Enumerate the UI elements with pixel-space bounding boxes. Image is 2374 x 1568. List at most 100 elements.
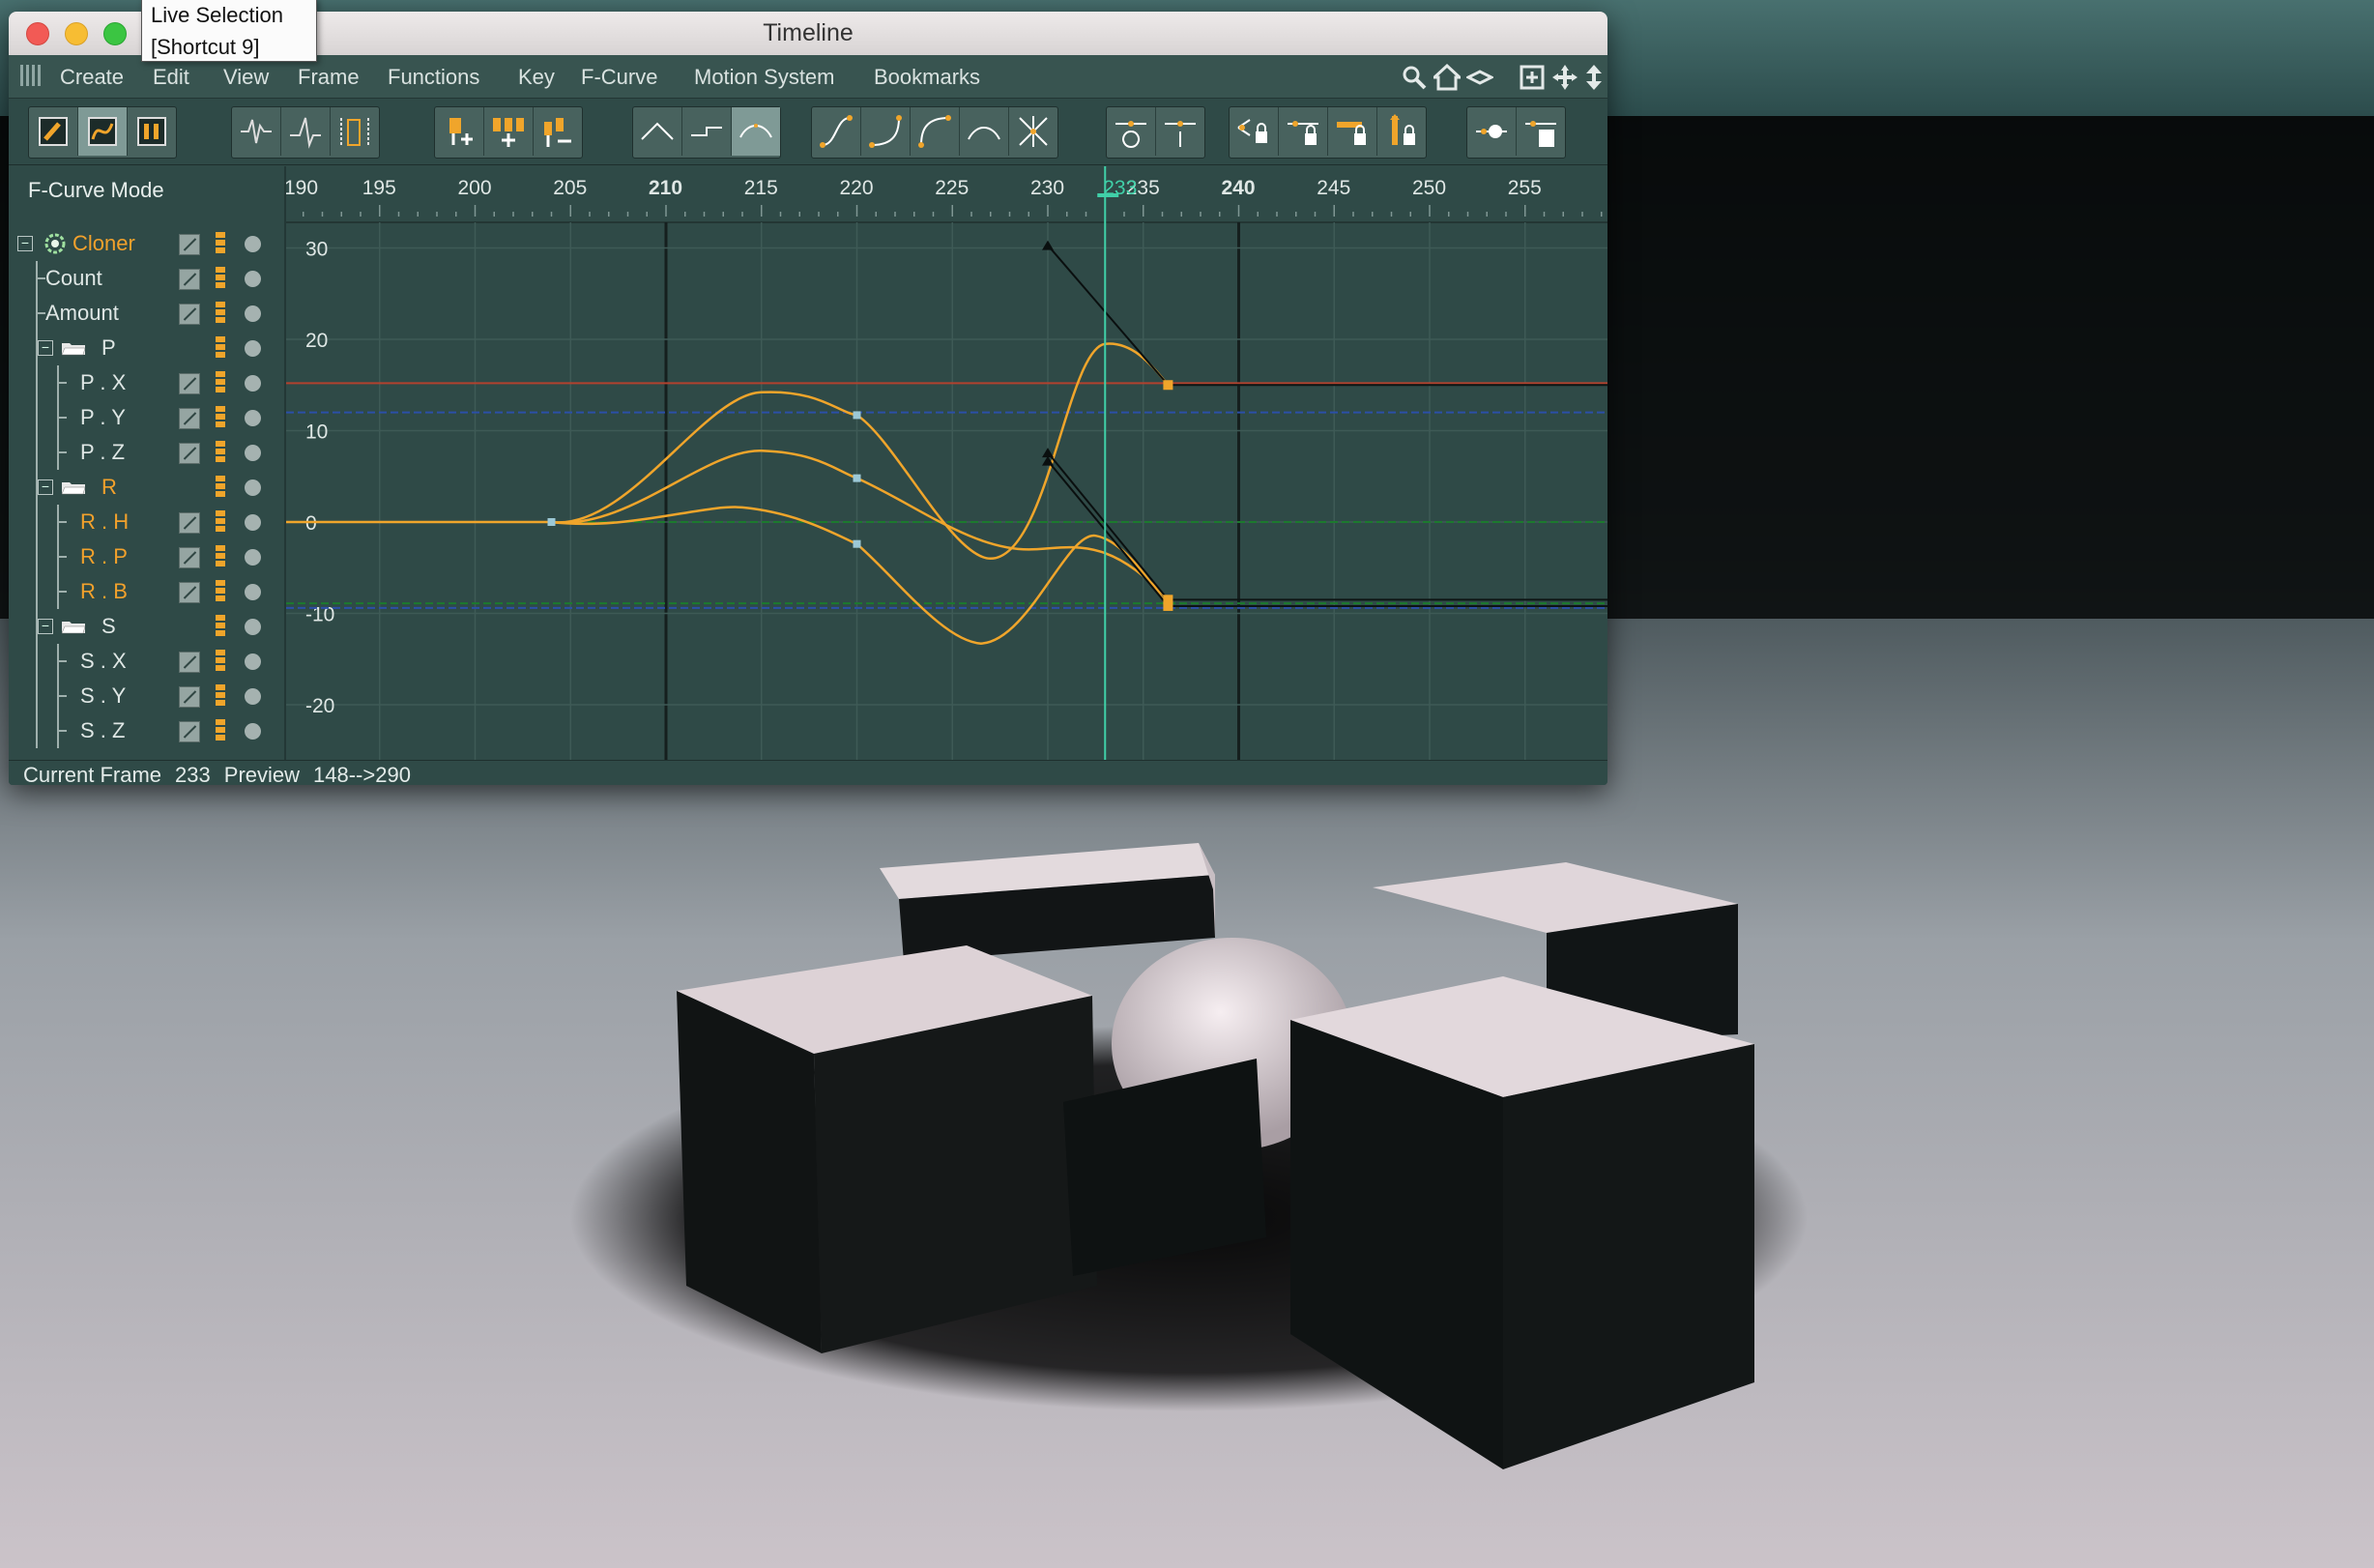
collapse-toggle[interactable]: −	[38, 479, 53, 495]
track-visibility-toggle[interactable]	[216, 441, 225, 464]
track-visibility-toggle[interactable]	[216, 476, 225, 499]
solo-toggle[interactable]	[245, 688, 261, 705]
menu-grip-icon[interactable]	[20, 65, 43, 86]
mute-toggle[interactable]	[179, 547, 200, 568]
collapse-toggle[interactable]: −	[38, 340, 53, 356]
mute-toggle[interactable]	[179, 512, 200, 534]
track-visibility-toggle[interactable]	[216, 615, 225, 638]
tree-row-cloner[interactable]: − Cloner	[9, 226, 275, 261]
tree-row-p-x[interactable]: P . X	[9, 365, 275, 400]
solo-toggle[interactable]	[245, 375, 261, 392]
tree-row-r-b[interactable]: R . B	[9, 574, 275, 609]
move-icon[interactable]	[1551, 64, 1578, 91]
zero-angle-tangent-button[interactable]	[1467, 107, 1517, 156]
mute-toggle[interactable]	[179, 721, 200, 742]
view-spike-button[interactable]	[281, 107, 331, 156]
tree-row-r[interactable]: − R	[9, 470, 275, 505]
remove-keys-button[interactable]	[534, 107, 582, 156]
keyframe[interactable]	[853, 474, 861, 482]
scroll-icon[interactable]	[1466, 64, 1493, 91]
flat-tangent-button[interactable]	[960, 107, 1009, 156]
track-visibility-toggle[interactable]	[216, 580, 225, 603]
tree-row-count[interactable]: Count	[9, 261, 275, 296]
mute-toggle[interactable]	[179, 652, 200, 673]
step-interp-button[interactable]	[682, 107, 732, 156]
mute-toggle[interactable]	[179, 408, 200, 429]
menu-create[interactable]: Create	[60, 65, 124, 90]
frame-icon[interactable]	[1519, 64, 1546, 91]
zero-length-tangent-button[interactable]	[1517, 107, 1565, 156]
mute-toggle[interactable]	[179, 234, 200, 255]
solo-toggle[interactable]	[245, 723, 261, 740]
track-visibility-toggle[interactable]	[216, 510, 225, 534]
mute-toggle[interactable]	[179, 686, 200, 708]
track-visibility-toggle[interactable]	[216, 371, 225, 394]
f-curve-mode-button[interactable]	[78, 107, 128, 156]
solo-toggle[interactable]	[245, 340, 261, 357]
spline-interp-button[interactable]	[732, 107, 780, 156]
mute-toggle[interactable]	[179, 443, 200, 464]
menu-key[interactable]: Key	[518, 65, 555, 90]
track-visibility-toggle[interactable]	[216, 650, 225, 673]
menu-view[interactable]: View	[223, 65, 269, 90]
tree-row-s-x[interactable]: S . X	[9, 644, 275, 679]
solo-toggle[interactable]	[245, 410, 261, 426]
tree-row-s-y[interactable]: S . Y	[9, 679, 275, 713]
solo-toggle[interactable]	[245, 271, 261, 287]
tree-row-p-z[interactable]: P . Z	[9, 435, 275, 470]
keyframe[interactable]	[547, 518, 556, 526]
track-visibility-toggle[interactable]	[216, 267, 225, 290]
track-visibility-toggle[interactable]	[216, 336, 225, 360]
add-keys-button[interactable]	[484, 107, 534, 156]
solo-toggle[interactable]	[245, 549, 261, 566]
tree-row-s-z[interactable]: S . Z	[9, 713, 275, 748]
menu-functions[interactable]: Functions	[388, 65, 479, 90]
ease-in-button[interactable]	[861, 107, 911, 156]
keyframe[interactable]	[853, 539, 861, 548]
lock-tangent-angle-button[interactable]	[1328, 107, 1377, 156]
motion-mode-button[interactable]	[128, 107, 176, 156]
solo-toggle[interactable]	[245, 514, 261, 531]
solo-toggle[interactable]	[245, 584, 261, 600]
tree-row-s[interactable]: − S	[9, 609, 275, 644]
graph-background[interactable]	[286, 166, 1607, 764]
track-visibility-toggle[interactable]	[216, 232, 225, 255]
track-visibility-toggle[interactable]	[216, 719, 225, 742]
timeline-window[interactable]: Timeline Create Edit View Frame Function…	[9, 12, 1607, 785]
mute-toggle[interactable]	[179, 269, 200, 290]
solo-toggle[interactable]	[245, 619, 261, 635]
solo-toggle[interactable]	[245, 236, 261, 252]
solo-toggle[interactable]	[245, 479, 261, 496]
track-visibility-toggle[interactable]	[216, 545, 225, 568]
tree-row-r-h[interactable]: R . H	[9, 505, 275, 539]
add-key-button[interactable]	[435, 107, 484, 156]
tree-row-p-y[interactable]: P . Y	[9, 400, 275, 435]
dope-sheet-mode-button[interactable]	[29, 107, 78, 156]
collapse-toggle[interactable]: −	[38, 619, 53, 634]
keyframe-selected[interactable]	[1163, 600, 1173, 611]
keyframe[interactable]	[853, 411, 861, 420]
ease-out-button[interactable]	[911, 107, 960, 156]
track-visibility-toggle[interactable]	[216, 406, 225, 429]
collapse-toggle[interactable]: −	[17, 236, 33, 251]
ease-inout-button[interactable]	[812, 107, 861, 156]
track-visibility-toggle[interactable]	[216, 684, 225, 708]
tree-row-amount[interactable]: Amount	[9, 296, 275, 331]
track-visibility-toggle[interactable]	[216, 302, 225, 325]
mute-toggle[interactable]	[179, 582, 200, 603]
menu-frame[interactable]: Frame	[298, 65, 360, 90]
home-icon[interactable]	[1433, 64, 1461, 91]
graph-canvas[interactable]: 190 195 200 205 210 215 220 225 230 235 240 245 250 2…	[283, 166, 1607, 764]
linear-interp-button[interactable]	[633, 107, 682, 156]
mute-toggle[interactable]	[179, 304, 200, 325]
solo-toggle[interactable]	[245, 305, 261, 322]
view-range-button[interactable]	[331, 107, 379, 156]
menu-motion-system[interactable]: Motion System	[694, 65, 835, 90]
search-icon[interactable]	[1401, 64, 1428, 91]
menu-bookmarks[interactable]: Bookmarks	[874, 65, 980, 90]
solo-toggle[interactable]	[245, 445, 261, 461]
mute-toggle[interactable]	[179, 373, 200, 394]
tree-row-r-p[interactable]: R . P	[9, 539, 275, 574]
keyframe-selected[interactable]	[1163, 380, 1173, 391]
zero-angle-button[interactable]	[1107, 107, 1156, 156]
